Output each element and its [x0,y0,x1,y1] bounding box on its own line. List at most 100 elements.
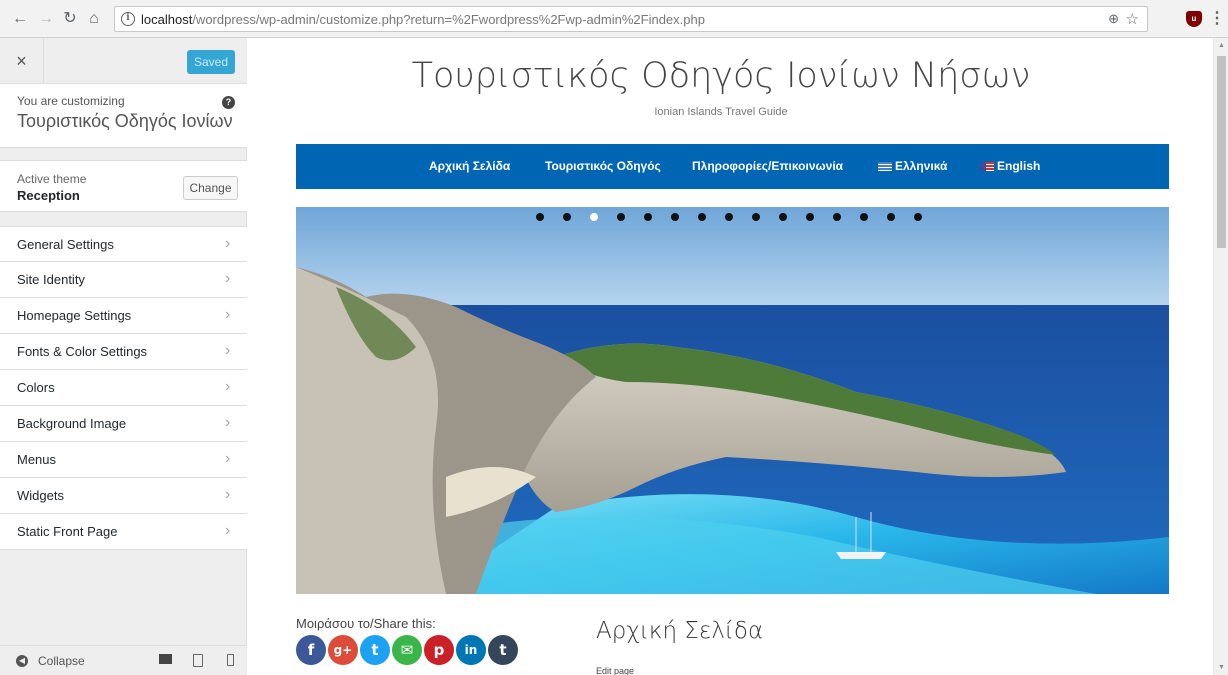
section-fonts-color-settings[interactable]: Fonts & Color Settings › [0,334,247,370]
reload-button[interactable]: ↻ [60,9,80,29]
slider-dot[interactable] [779,213,787,221]
slider-dot[interactable] [833,213,841,221]
customizer-sidebar: × Saved You are customizing ? Τουριστικό… [0,38,247,675]
navagio-beach-photo [296,207,1169,594]
active-theme-panel: Active theme Reception Change [0,160,247,212]
slider-dot[interactable] [887,213,895,221]
site-title[interactable]: Τουριστικός Οδηγός Ιονίων Νήσων [247,56,1195,96]
slider-dot[interactable] [563,213,571,221]
site-tagline: Ionian Islands Travel Guide [654,106,788,118]
slider-pagination [536,213,941,221]
customizer-header: × Saved [0,38,247,84]
chevron-right-icon: › [225,414,231,431]
address-bar[interactable]: i localhost/wordpress/wp-admin/customize… [114,6,1148,32]
section-static-front-page[interactable]: Static Front Page › [0,514,247,550]
slider-dot-active[interactable] [590,213,598,221]
section-label: Menus [17,452,57,467]
nav-info-contact-link[interactable]: Πληροφορίες/Επικοινωνία [692,159,843,173]
scroll-up-icon[interactable]: ▲ [1218,42,1225,49]
slider-dot[interactable] [698,213,706,221]
scroll-down-icon[interactable]: ▼ [1218,664,1225,671]
change-theme-button[interactable]: Change [183,176,238,200]
section-homepage-settings[interactable]: Homepage Settings › [0,298,247,334]
linkedin-icon[interactable]: in [456,635,486,665]
pinterest-icon[interactable]: p [424,635,454,665]
tablet-preview-icon[interactable] [193,654,203,667]
slider-dot[interactable] [806,213,814,221]
slider-dot[interactable] [725,213,733,221]
collapse-button[interactable]: Collapse [38,654,85,668]
zoom-icon[interactable]: ⊕ [1108,11,1119,27]
edit-page-link[interactable]: Edit page [596,666,634,675]
saved-button[interactable]: Saved [187,50,235,74]
section-label: Static Front Page [17,524,118,539]
chevron-right-icon: › [225,522,231,539]
chevron-right-icon: › [225,486,231,503]
back-button[interactable]: ← [10,9,30,29]
nav-home-link[interactable]: Αρχική Σελίδα [429,159,510,173]
info-icon[interactable]: i [121,12,135,26]
collapse-icon[interactable]: ◀ [16,655,28,667]
hero-slider-image[interactable] [296,207,1169,594]
section-general-settings[interactable]: General Settings › [0,226,247,262]
slider-dot[interactable] [914,213,922,221]
desktop-preview-icon[interactable] [159,654,172,664]
main-navigation: Αρχική Σελίδα Τουριστικός Οδηγός Πληροφο… [296,144,1169,189]
section-label: Fonts & Color Settings [17,344,148,359]
section-label: Site Identity [17,272,85,287]
close-icon[interactable]: × [0,38,44,84]
chevron-right-icon: › [225,270,231,287]
slider-dot[interactable] [536,213,544,221]
theme-name: Reception [17,188,80,203]
chevron-right-icon: › [225,235,231,252]
section-label: Widgets [17,488,64,503]
share-label: Μοιράσου το/Share this: [296,616,436,631]
slider-dot[interactable] [752,213,760,221]
scroll-thumb[interactable] [1217,56,1226,248]
forward-button[interactable]: → [36,9,56,29]
customizing-site-name: Τουριστικός Οδηγός Ιονίων ... [17,111,239,131]
tumblr-icon[interactable]: t [488,635,518,665]
vertical-scrollbar[interactable]: ▲ ▼ [1213,38,1228,675]
chevron-right-icon: › [225,378,231,395]
section-label: Colors [17,380,55,395]
facebook-icon[interactable]: f [296,635,326,665]
section-background-image[interactable]: Background Image › [0,406,247,442]
nav-english-language-link[interactable]: English [980,159,1040,173]
us-flag-icon [980,162,994,171]
share-icons: f g+ t ✉ p in t [296,635,520,665]
twitter-icon[interactable]: t [360,635,390,665]
browser-toolbar: ← → ↻ ⌂ i localhost/wordpress/wp-admin/c… [0,0,1228,38]
preview-margin [1195,38,1213,675]
page-heading: Αρχική Σελίδα [596,618,764,644]
slider-dot[interactable] [617,213,625,221]
nav-greek-language-link[interactable]: Ελληνικά [878,159,947,173]
bookmark-star-icon[interactable]: ☆ [1126,10,1139,28]
help-icon[interactable]: ? [222,96,235,109]
site-preview: Τουριστικός Οδηγός Ιονίων Νήσων Ionian I… [247,38,1195,675]
nav-travel-guide-link[interactable]: Τουριστικός Οδηγός [545,159,661,173]
url-text: localhost/wordpress/wp-admin/customize.p… [141,12,705,27]
chevron-right-icon: › [225,306,231,323]
home-button[interactable]: ⌂ [84,9,104,29]
mobile-preview-icon[interactable] [227,654,234,666]
customizing-info: You are customizing ? Τουριστικός Οδηγός… [0,84,247,148]
browser-menu-icon[interactable]: ⋮ [1209,8,1225,28]
section-label: Background Image [17,416,127,431]
google-plus-icon[interactable]: g+ [328,635,358,665]
section-site-identity[interactable]: Site Identity › [0,262,247,298]
customizer-footer: ◀ Collapse [0,645,247,675]
email-icon[interactable]: ✉ [392,635,422,665]
slider-dot[interactable] [644,213,652,221]
slider-dot[interactable] [860,213,868,221]
customizing-label: You are customizing [17,94,125,108]
section-colors[interactable]: Colors › [0,370,247,406]
chevron-right-icon: › [225,450,231,467]
section-widgets[interactable]: Widgets › [0,478,247,514]
ublock-extension-icon[interactable]: u [1186,11,1202,27]
customizer-sections: General Settings › Site Identity › Homepag… [0,226,247,550]
chevron-right-icon: › [225,342,231,359]
section-menus[interactable]: Menus › [0,442,247,478]
greek-flag-icon [878,162,892,171]
slider-dot[interactable] [671,213,679,221]
